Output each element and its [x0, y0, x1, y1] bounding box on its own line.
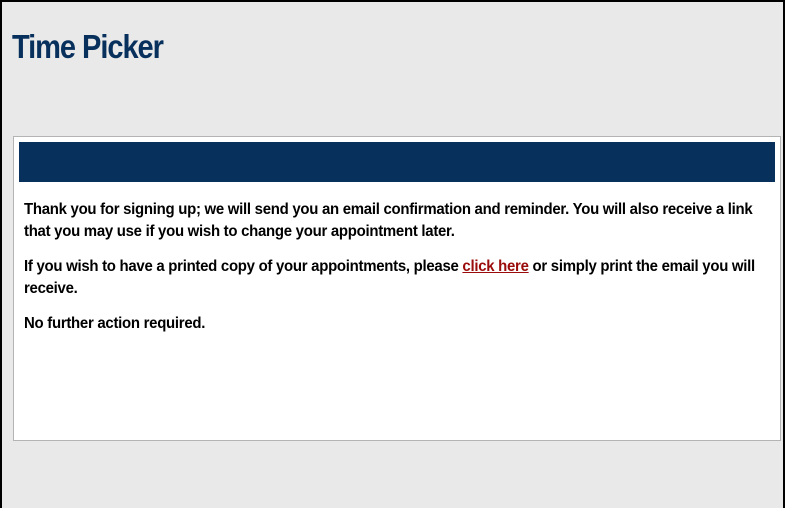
- app-window: Time Picker Thank you for signing up; we…: [0, 0, 785, 508]
- no-action-text: No further action required.: [24, 313, 772, 335]
- print-appointments-link[interactable]: click here: [462, 258, 529, 275]
- print-instructions: If you wish to have a printed copy of yo…: [24, 256, 772, 300]
- confirmation-panel: Thank you for signing up; we will send y…: [13, 136, 781, 441]
- no-action-text-content: No further action required.: [24, 315, 206, 332]
- confirmation-text: Thank you for signing up; we will send y…: [24, 199, 772, 243]
- confirmation-message: Thank you for signing up; we will send y…: [24, 199, 774, 348]
- print-text-before: If you wish to have a printed copy of yo…: [24, 258, 463, 275]
- confirmation-text-content: Thank you for signing up; we will send y…: [24, 201, 753, 240]
- panel-header-bar: [19, 142, 775, 182]
- page-title: Time Picker: [12, 28, 164, 65]
